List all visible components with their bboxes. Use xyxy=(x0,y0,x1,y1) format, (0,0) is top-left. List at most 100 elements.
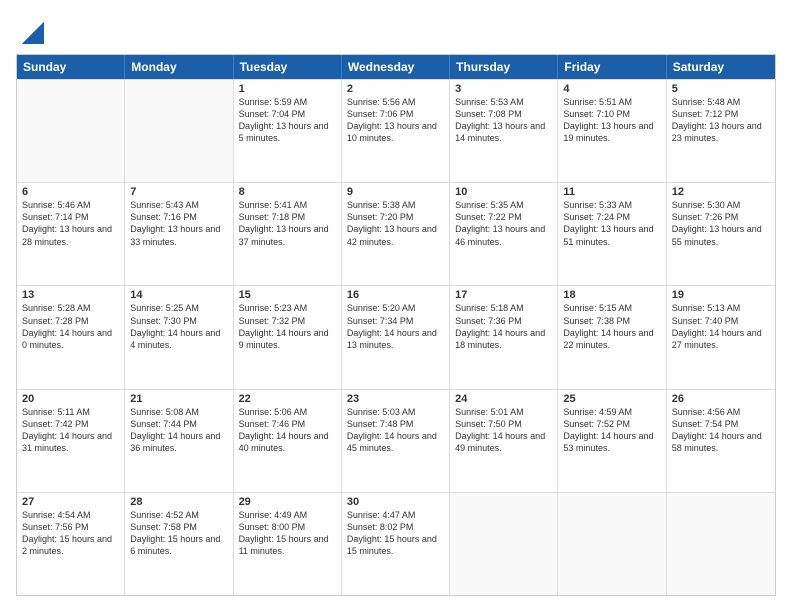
header-day-friday: Friday xyxy=(558,55,666,79)
day-info: Sunrise: 5:46 AM Sunset: 7:14 PM Dayligh… xyxy=(22,199,119,248)
day-number: 29 xyxy=(239,496,336,508)
day-number: 25 xyxy=(563,393,660,405)
day-number: 16 xyxy=(347,289,444,301)
day-info: Sunrise: 4:52 AM Sunset: 7:58 PM Dayligh… xyxy=(130,509,227,558)
calendar-cell: 21Sunrise: 5:08 AM Sunset: 7:44 PM Dayli… xyxy=(125,390,233,492)
calendar: SundayMondayTuesdayWednesdayThursdayFrid… xyxy=(16,54,776,596)
day-info: Sunrise: 5:01 AM Sunset: 7:50 PM Dayligh… xyxy=(455,406,552,455)
day-info: Sunrise: 5:23 AM Sunset: 7:32 PM Dayligh… xyxy=(239,302,336,351)
header-day-tuesday: Tuesday xyxy=(234,55,342,79)
header-day-thursday: Thursday xyxy=(450,55,558,79)
day-info: Sunrise: 5:35 AM Sunset: 7:22 PM Dayligh… xyxy=(455,199,552,248)
day-info: Sunrise: 5:43 AM Sunset: 7:16 PM Dayligh… xyxy=(130,199,227,248)
day-number: 9 xyxy=(347,186,444,198)
day-info: Sunrise: 4:47 AM Sunset: 8:02 PM Dayligh… xyxy=(347,509,444,558)
calendar-cell: 3Sunrise: 5:53 AM Sunset: 7:08 PM Daylig… xyxy=(450,80,558,182)
day-info: Sunrise: 5:51 AM Sunset: 7:10 PM Dayligh… xyxy=(563,96,660,145)
calendar-cell: 12Sunrise: 5:30 AM Sunset: 7:26 PM Dayli… xyxy=(667,183,775,285)
day-info: Sunrise: 5:53 AM Sunset: 7:08 PM Dayligh… xyxy=(455,96,552,145)
day-info: Sunrise: 5:13 AM Sunset: 7:40 PM Dayligh… xyxy=(672,302,770,351)
day-number: 18 xyxy=(563,289,660,301)
calendar-cell xyxy=(125,80,233,182)
header-day-wednesday: Wednesday xyxy=(342,55,450,79)
calendar-cell xyxy=(667,493,775,595)
calendar-week-3: 13Sunrise: 5:28 AM Sunset: 7:28 PM Dayli… xyxy=(17,285,775,388)
calendar-cell: 19Sunrise: 5:13 AM Sunset: 7:40 PM Dayli… xyxy=(667,286,775,388)
day-info: Sunrise: 5:06 AM Sunset: 7:46 PM Dayligh… xyxy=(239,406,336,455)
day-info: Sunrise: 5:25 AM Sunset: 7:30 PM Dayligh… xyxy=(130,302,227,351)
calendar-cell: 30Sunrise: 4:47 AM Sunset: 8:02 PM Dayli… xyxy=(342,493,450,595)
day-info: Sunrise: 5:33 AM Sunset: 7:24 PM Dayligh… xyxy=(563,199,660,248)
calendar-cell: 4Sunrise: 5:51 AM Sunset: 7:10 PM Daylig… xyxy=(558,80,666,182)
day-info: Sunrise: 5:18 AM Sunset: 7:36 PM Dayligh… xyxy=(455,302,552,351)
calendar-cell: 20Sunrise: 5:11 AM Sunset: 7:42 PM Dayli… xyxy=(17,390,125,492)
calendar-cell xyxy=(450,493,558,595)
header-day-sunday: Sunday xyxy=(17,55,125,79)
calendar-cell: 8Sunrise: 5:41 AM Sunset: 7:18 PM Daylig… xyxy=(234,183,342,285)
calendar-cell: 23Sunrise: 5:03 AM Sunset: 7:48 PM Dayli… xyxy=(342,390,450,492)
day-number: 6 xyxy=(22,186,119,198)
day-number: 19 xyxy=(672,289,770,301)
calendar-cell: 18Sunrise: 5:15 AM Sunset: 7:38 PM Dayli… xyxy=(558,286,666,388)
calendar-cell: 2Sunrise: 5:56 AM Sunset: 7:06 PM Daylig… xyxy=(342,80,450,182)
calendar-week-5: 27Sunrise: 4:54 AM Sunset: 7:56 PM Dayli… xyxy=(17,492,775,595)
day-info: Sunrise: 5:11 AM Sunset: 7:42 PM Dayligh… xyxy=(22,406,119,455)
day-number: 22 xyxy=(239,393,336,405)
calendar-cell: 14Sunrise: 5:25 AM Sunset: 7:30 PM Dayli… xyxy=(125,286,233,388)
day-info: Sunrise: 5:30 AM Sunset: 7:26 PM Dayligh… xyxy=(672,199,770,248)
day-info: Sunrise: 5:08 AM Sunset: 7:44 PM Dayligh… xyxy=(130,406,227,455)
calendar-body: 1Sunrise: 5:59 AM Sunset: 7:04 PM Daylig… xyxy=(17,79,775,595)
calendar-cell: 10Sunrise: 5:35 AM Sunset: 7:22 PM Dayli… xyxy=(450,183,558,285)
day-number: 28 xyxy=(130,496,227,508)
day-number: 7 xyxy=(130,186,227,198)
day-number: 10 xyxy=(455,186,552,198)
calendar-cell: 28Sunrise: 4:52 AM Sunset: 7:58 PM Dayli… xyxy=(125,493,233,595)
day-info: Sunrise: 5:48 AM Sunset: 7:12 PM Dayligh… xyxy=(672,96,770,145)
calendar-cell xyxy=(17,80,125,182)
day-number: 13 xyxy=(22,289,119,301)
calendar-cell: 11Sunrise: 5:33 AM Sunset: 7:24 PM Dayli… xyxy=(558,183,666,285)
day-info: Sunrise: 4:54 AM Sunset: 7:56 PM Dayligh… xyxy=(22,509,119,558)
day-number: 14 xyxy=(130,289,227,301)
calendar-cell xyxy=(558,493,666,595)
day-number: 24 xyxy=(455,393,552,405)
day-number: 12 xyxy=(672,186,770,198)
calendar-cell: 1Sunrise: 5:59 AM Sunset: 7:04 PM Daylig… xyxy=(234,80,342,182)
calendar-week-4: 20Sunrise: 5:11 AM Sunset: 7:42 PM Dayli… xyxy=(17,389,775,492)
calendar-header: SundayMondayTuesdayWednesdayThursdayFrid… xyxy=(17,55,775,79)
day-number: 26 xyxy=(672,393,770,405)
calendar-cell: 7Sunrise: 5:43 AM Sunset: 7:16 PM Daylig… xyxy=(125,183,233,285)
day-info: Sunrise: 4:49 AM Sunset: 8:00 PM Dayligh… xyxy=(239,509,336,558)
calendar-cell: 5Sunrise: 5:48 AM Sunset: 7:12 PM Daylig… xyxy=(667,80,775,182)
day-number: 1 xyxy=(239,83,336,95)
calendar-cell: 22Sunrise: 5:06 AM Sunset: 7:46 PM Dayli… xyxy=(234,390,342,492)
day-number: 3 xyxy=(455,83,552,95)
day-info: Sunrise: 4:59 AM Sunset: 7:52 PM Dayligh… xyxy=(563,406,660,455)
calendar-week-2: 6Sunrise: 5:46 AM Sunset: 7:14 PM Daylig… xyxy=(17,182,775,285)
day-number: 17 xyxy=(455,289,552,301)
calendar-week-1: 1Sunrise: 5:59 AM Sunset: 7:04 PM Daylig… xyxy=(17,79,775,182)
calendar-cell: 13Sunrise: 5:28 AM Sunset: 7:28 PM Dayli… xyxy=(17,286,125,388)
day-number: 23 xyxy=(347,393,444,405)
calendar-cell: 17Sunrise: 5:18 AM Sunset: 7:36 PM Dayli… xyxy=(450,286,558,388)
calendar-cell: 9Sunrise: 5:38 AM Sunset: 7:20 PM Daylig… xyxy=(342,183,450,285)
day-info: Sunrise: 5:03 AM Sunset: 7:48 PM Dayligh… xyxy=(347,406,444,455)
day-number: 5 xyxy=(672,83,770,95)
day-number: 4 xyxy=(563,83,660,95)
day-info: Sunrise: 5:59 AM Sunset: 7:04 PM Dayligh… xyxy=(239,96,336,145)
calendar-cell: 16Sunrise: 5:20 AM Sunset: 7:34 PM Dayli… xyxy=(342,286,450,388)
calendar-cell: 25Sunrise: 4:59 AM Sunset: 7:52 PM Dayli… xyxy=(558,390,666,492)
day-info: Sunrise: 5:20 AM Sunset: 7:34 PM Dayligh… xyxy=(347,302,444,351)
header-day-saturday: Saturday xyxy=(667,55,775,79)
day-info: Sunrise: 5:41 AM Sunset: 7:18 PM Dayligh… xyxy=(239,199,336,248)
calendar-cell: 27Sunrise: 4:54 AM Sunset: 7:56 PM Dayli… xyxy=(17,493,125,595)
day-info: Sunrise: 5:56 AM Sunset: 7:06 PM Dayligh… xyxy=(347,96,444,145)
day-number: 8 xyxy=(239,186,336,198)
logo: General Blue xyxy=(16,16,52,44)
day-number: 21 xyxy=(130,393,227,405)
day-info: Sunrise: 5:38 AM Sunset: 7:20 PM Dayligh… xyxy=(347,199,444,248)
day-number: 20 xyxy=(22,393,119,405)
day-number: 15 xyxy=(239,289,336,301)
day-info: Sunrise: 4:56 AM Sunset: 7:54 PM Dayligh… xyxy=(672,406,770,455)
calendar-cell: 29Sunrise: 4:49 AM Sunset: 8:00 PM Dayli… xyxy=(234,493,342,595)
